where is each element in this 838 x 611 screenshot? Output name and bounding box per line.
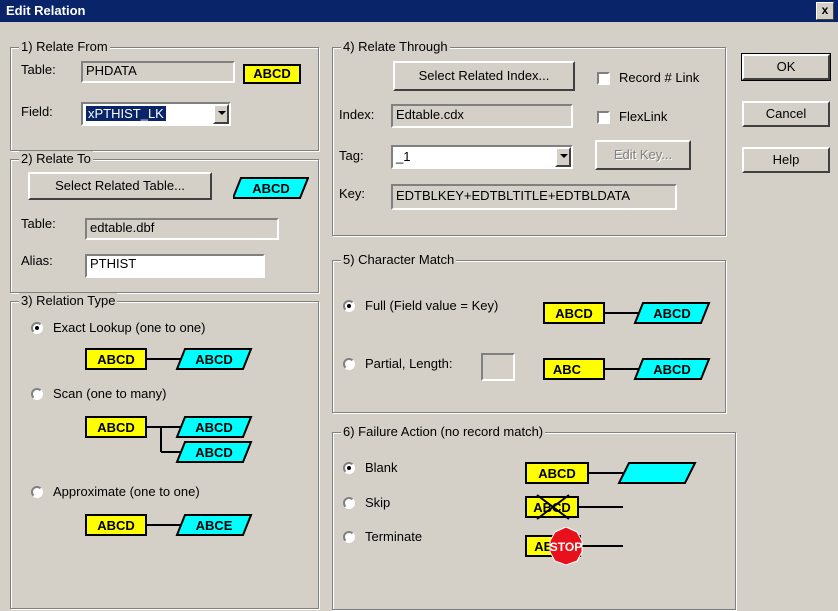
relate-from-label: 1) Relate From <box>19 39 110 55</box>
field-label: Field: <box>21 104 53 119</box>
svg-text:ABCD: ABCD <box>195 352 233 367</box>
title-bar: Edit Relation x <box>0 0 838 22</box>
svg-text:ABC: ABC <box>553 362 582 377</box>
alias-label: Alias: <box>21 253 53 268</box>
skip-label[interactable]: Skip <box>365 495 390 510</box>
flexlink-label[interactable]: FlexLink <box>619 109 667 124</box>
chevron-down-icon[interactable] <box>555 147 571 167</box>
character-match-group: 5) Character Match Full (Field value = K… <box>332 252 726 413</box>
full-match-radio[interactable] <box>343 300 355 312</box>
exact-lookup-label[interactable]: Exact Lookup (one to one) <box>53 320 206 335</box>
scan-diagram: ABCD ABCD ABCD <box>85 416 253 463</box>
scan-label[interactable]: Scan (one to many) <box>53 386 166 401</box>
relate-from-table-field: PHDATA <box>81 61 235 83</box>
partial-match-diagram: ABC ABCD <box>543 358 711 380</box>
svg-text:ABCD: ABCD <box>653 362 691 377</box>
svg-text:ABCD: ABCD <box>97 352 135 367</box>
record-link-label[interactable]: Record # Link <box>619 70 699 85</box>
cancel-button[interactable]: Cancel <box>742 101 830 127</box>
character-match-label: 5) Character Match <box>341 252 457 268</box>
svg-text:STOP: STOP <box>550 540 582 554</box>
flexlink-checkbox[interactable] <box>597 111 610 124</box>
key-label: Key: <box>339 186 366 201</box>
relate-to-label: 2) Relate To <box>19 151 93 167</box>
blank-diagram: ABCD <box>525 462 697 484</box>
tag-combo[interactable]: _1 <box>391 145 573 169</box>
relation-type-label: 3) Relation Type <box>19 293 118 309</box>
index-field: Edtable.cdx <box>391 104 573 128</box>
field-combo[interactable]: xPTHIST_LK <box>81 102 231 126</box>
relation-type-group: 3) Relation Type Exact Lookup (one to on… <box>10 293 319 609</box>
blank-radio[interactable] <box>343 462 355 474</box>
relate-through-label: 4) Relate Through <box>341 39 450 55</box>
dialog-body: OK Cancel Help 1) Relate From Table: PHD… <box>0 22 838 611</box>
partial-length-field[interactable] <box>481 353 515 381</box>
failure-action-label: 6) Failure Action (no record match) <box>341 424 546 440</box>
failure-action-group: 6) Failure Action (no record match) Blan… <box>332 424 736 610</box>
window-title: Edit Relation <box>6 3 86 18</box>
chevron-down-icon[interactable] <box>213 104 229 124</box>
select-related-table-button[interactable]: Select Related Table... <box>28 172 212 200</box>
svg-text:ABCD: ABCD <box>195 445 233 460</box>
approximate-radio[interactable] <box>31 486 43 498</box>
terminate-label[interactable]: Terminate <box>365 529 422 544</box>
approximate-label[interactable]: Approximate (one to one) <box>53 484 200 499</box>
relate-to-group: 2) Relate To Select Related Table... ABC… <box>10 151 319 293</box>
svg-text:ABCD: ABCD <box>97 518 135 533</box>
help-button[interactable]: Help <box>742 147 830 173</box>
skip-radio[interactable] <box>343 497 355 509</box>
relate-to-badge: ABCD <box>233 177 309 199</box>
full-match-label[interactable]: Full (Field value = Key) <box>365 298 498 313</box>
tag-value: _1 <box>396 149 411 164</box>
scan-radio[interactable] <box>31 388 43 400</box>
close-button[interactable]: x <box>816 2 834 20</box>
svg-text:ABCD: ABCD <box>538 466 576 481</box>
relate-through-group: 4) Relate Through Select Related Index..… <box>332 39 726 236</box>
select-related-index-button[interactable]: Select Related Index... <box>393 61 575 91</box>
full-match-diagram: ABCD ABCD <box>543 302 711 324</box>
relate-from-group: 1) Relate From Table: PHDATA ABCD Field:… <box>10 39 319 151</box>
alias-field[interactable]: PTHIST <box>85 254 265 278</box>
relate-to-table-field: edtable.dbf <box>85 218 279 240</box>
ok-button[interactable]: OK <box>741 53 831 81</box>
skip-diagram: ABCD <box>525 494 623 520</box>
index-label: Index: <box>339 107 375 122</box>
terminate-radio[interactable] <box>343 531 355 543</box>
svg-text:ABCD: ABCD <box>97 420 135 435</box>
edit-key-button[interactable]: Edit Key... <box>595 140 691 170</box>
tag-label: Tag: <box>339 148 364 163</box>
relate-from-badge: ABCD <box>243 64 301 84</box>
partial-match-radio[interactable] <box>343 358 355 370</box>
exact-lookup-radio[interactable] <box>31 322 43 334</box>
blank-label[interactable]: Blank <box>365 460 398 475</box>
relate-to-table-label: Table: <box>21 216 56 231</box>
close-icon: x <box>821 3 829 17</box>
svg-text:ABCD: ABCD <box>195 420 233 435</box>
svg-text:ABCD: ABCD <box>653 306 691 321</box>
record-link-checkbox[interactable] <box>597 72 610 85</box>
field-selected-value: xPTHIST_LK <box>86 106 166 121</box>
svg-text:ABCE: ABCE <box>196 518 233 533</box>
relate-to-badge-text: ABCD <box>252 181 290 196</box>
table-label: Table: <box>21 62 56 77</box>
partial-match-label[interactable]: Partial, Length: <box>365 356 452 371</box>
terminate-diagram: ABCD STOP <box>525 527 623 566</box>
approximate-diagram: ABCD ABCE <box>85 514 253 536</box>
exact-lookup-diagram: ABCD ABCD <box>85 348 253 370</box>
key-field: EDTBLKEY+EDTBLTITLE+EDTBLDATA <box>391 184 677 210</box>
svg-text:ABCD: ABCD <box>555 306 593 321</box>
